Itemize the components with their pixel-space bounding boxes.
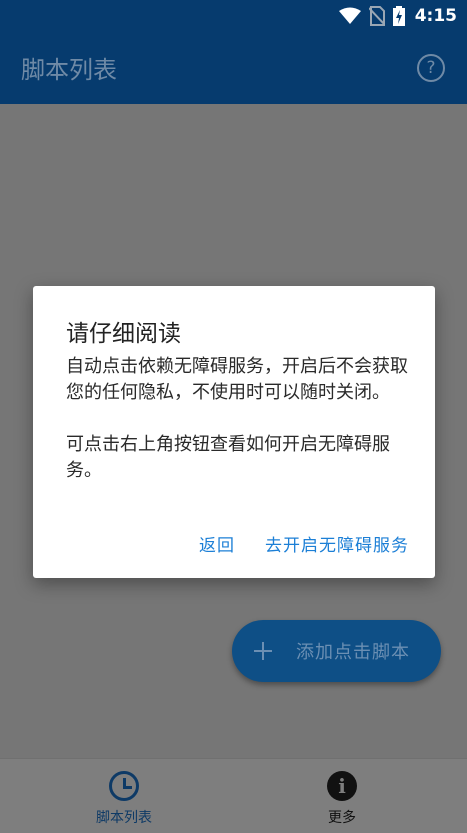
dialog-paragraph-privacy: 自动点击依赖无障碍服务，开启后不会获取您的任何隐私，不使用时可以随时关闭。 bbox=[66, 356, 408, 403]
status-icons: 4:15 bbox=[338, 4, 457, 28]
enable-accessibility-button[interactable]: 去开启无障碍服务 bbox=[265, 531, 409, 556]
no-sim-icon bbox=[368, 6, 385, 26]
plus-icon bbox=[254, 642, 272, 660]
battery-charging-icon bbox=[392, 6, 405, 26]
dialog-title: 请仔细阅读 bbox=[66, 321, 181, 347]
dialog-body: 自动点击依赖无障碍服务，开启后不会获取您的任何隐私，不使用时可以随时关闭。 可点… bbox=[66, 354, 411, 484]
clock-icon bbox=[109, 771, 139, 801]
accessibility-dialog: 请仔细阅读 自动点击依赖无障碍服务，开启后不会获取您的任何隐私，不使用时可以随时… bbox=[33, 286, 435, 578]
help-icon[interactable]: ? bbox=[417, 54, 445, 82]
status-bar: 4:15 bbox=[0, 0, 467, 32]
wifi-icon bbox=[338, 7, 361, 24]
app-bar: 脚本列表 ? bbox=[0, 32, 467, 104]
add-click-script-button[interactable]: 添加点击脚本 bbox=[232, 620, 441, 682]
add-click-script-label: 添加点击脚本 bbox=[296, 642, 410, 663]
status-time: 4:15 bbox=[414, 6, 457, 26]
nav-item-script-list[interactable]: 脚本列表 bbox=[54, 771, 194, 827]
dialog-actions: 返回 去开启无障碍服务 bbox=[199, 531, 409, 556]
back-button[interactable]: 返回 bbox=[199, 531, 235, 556]
bottom-nav: 脚本列表 i 更多 bbox=[0, 758, 467, 833]
info-icon: i bbox=[327, 771, 357, 801]
nav-item-more[interactable]: i 更多 bbox=[272, 771, 412, 827]
dialog-paragraph-help: 可点击右上角按钮查看如何开启无障碍服务。 bbox=[66, 434, 390, 481]
page-title: 脚本列表 bbox=[21, 56, 117, 84]
nav-item-label: 脚本列表 bbox=[96, 810, 152, 826]
nav-item-label: 更多 bbox=[328, 810, 356, 826]
